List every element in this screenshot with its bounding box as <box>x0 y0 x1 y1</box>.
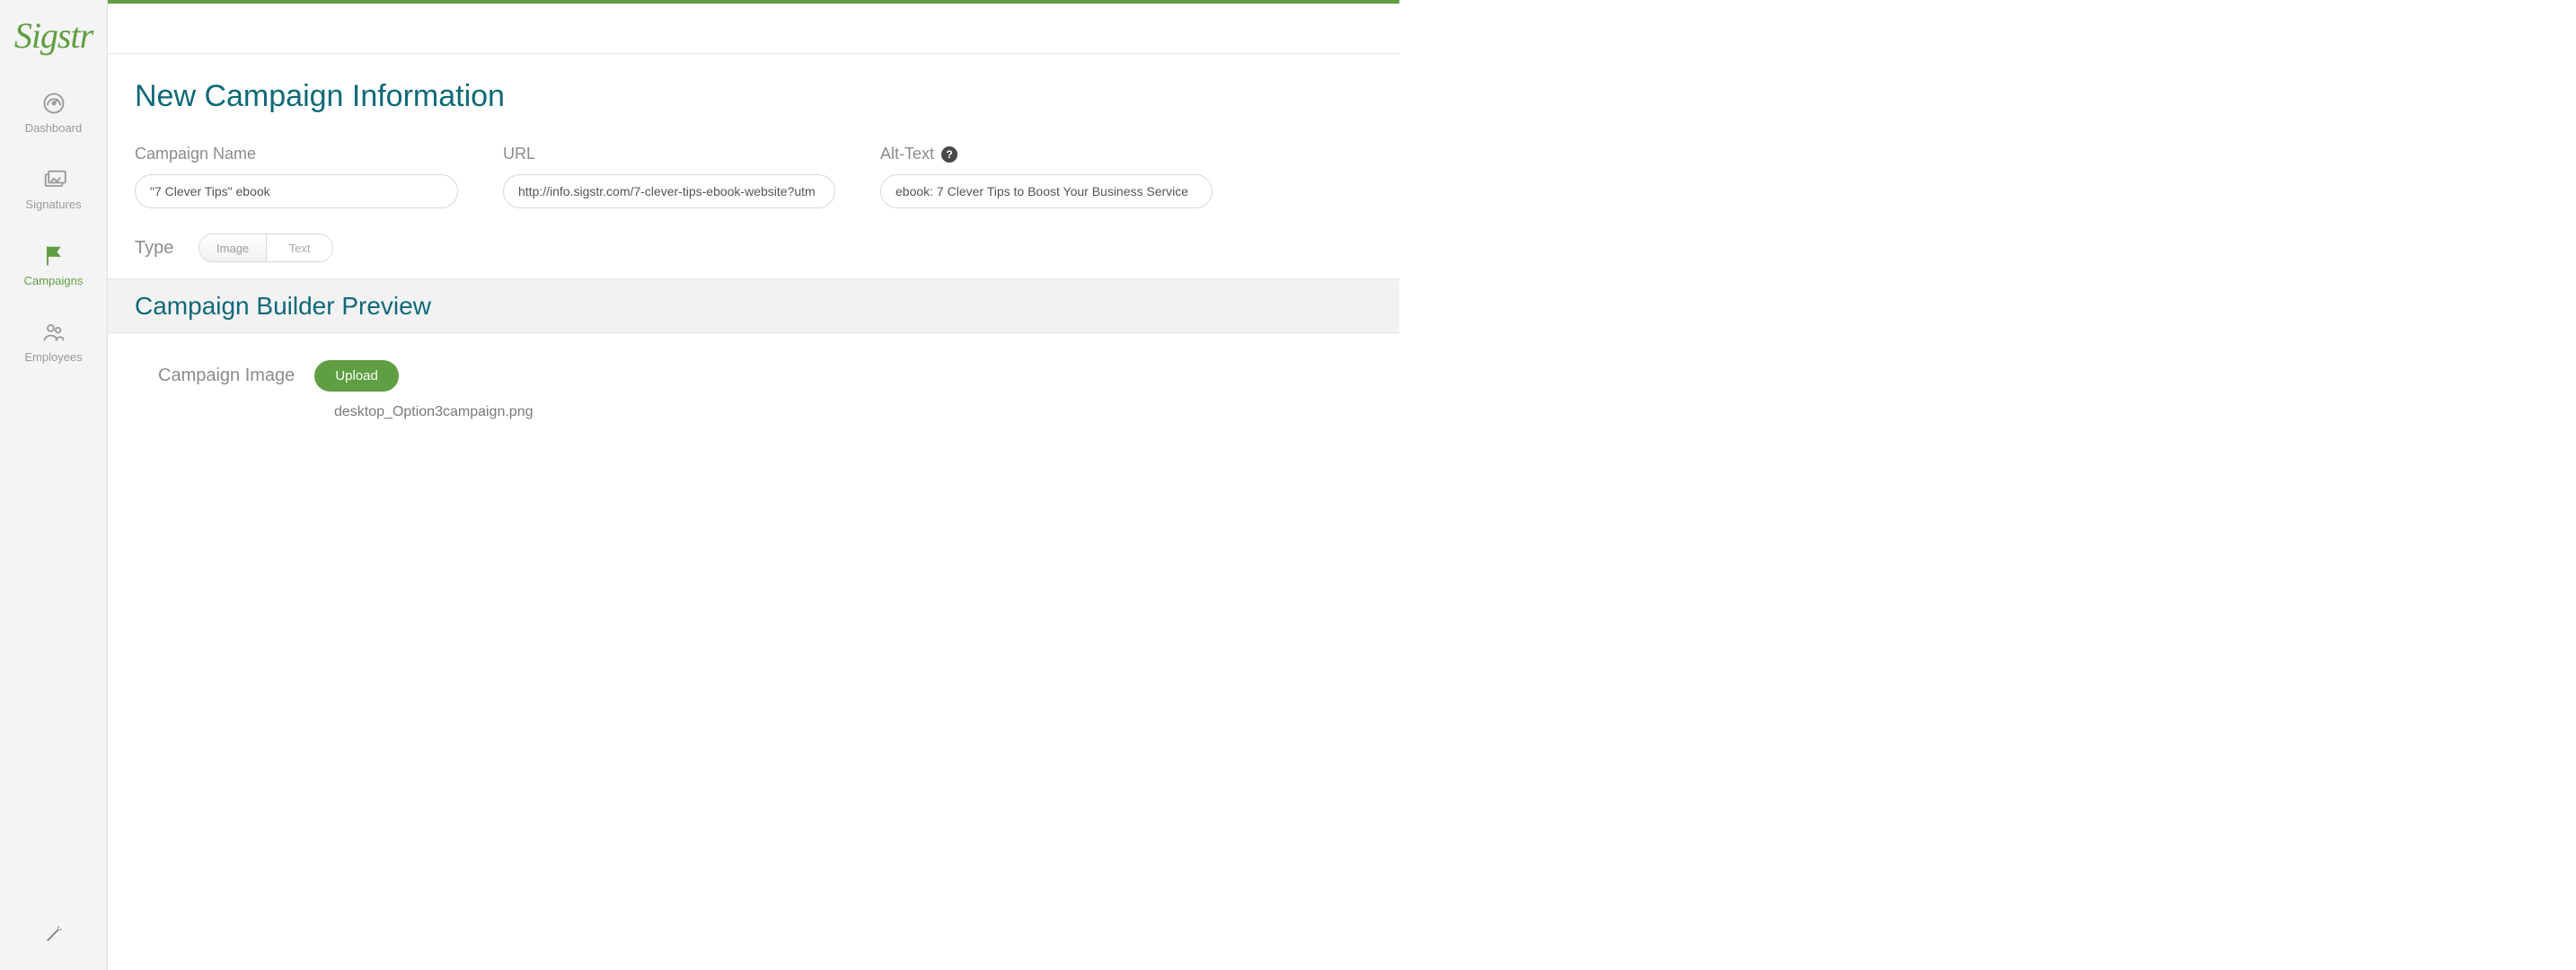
sidebar-item-campaigns[interactable]: Campaigns <box>0 227 107 304</box>
alt-text-group: Alt-Text ? <box>880 145 1213 208</box>
brand-logo: Sigstr <box>14 14 93 57</box>
url-label: URL <box>503 145 835 163</box>
campaign-name-input[interactable] <box>135 174 458 208</box>
form-row: Campaign Name URL Alt-Text ? <box>135 145 1320 208</box>
url-group: URL <box>503 145 835 208</box>
preview-title: Campaign Builder Preview <box>135 292 431 321</box>
campaign-image-label: Campaign Image <box>158 366 295 386</box>
type-toggle: Image Text <box>198 234 333 262</box>
flag-icon <box>40 243 67 269</box>
help-icon[interactable]: ? <box>941 146 957 163</box>
campaign-name-label: Campaign Name <box>135 145 458 163</box>
sidebar-item-employees[interactable]: Employees <box>0 304 107 380</box>
alt-text-label-text: Alt-Text <box>880 145 934 163</box>
upload-button[interactable]: Upload <box>314 360 399 392</box>
type-option-image[interactable]: Image <box>199 234 267 261</box>
campaign-name-group: Campaign Name <box>135 145 458 208</box>
people-icon <box>40 320 67 345</box>
uploaded-filename: desktop_Option3campaign.png <box>334 404 534 420</box>
url-input[interactable] <box>503 174 835 208</box>
type-label: Type <box>135 238 173 259</box>
uploader: Campaign Image Upload desktop_Option3cam… <box>158 360 534 420</box>
sidebar-item-dashboard[interactable]: Dashboard <box>0 75 107 151</box>
type-option-text[interactable]: Text <box>267 234 333 261</box>
gauge-icon <box>40 91 67 116</box>
sidebar-item-label: Employees <box>24 350 82 364</box>
alt-text-input[interactable] <box>880 174 1213 208</box>
right-blank-panel <box>1399 0 2576 970</box>
wand-icon[interactable] <box>44 924 64 948</box>
cards-icon <box>40 167 67 192</box>
sidebar-item-signatures[interactable]: Signatures <box>0 151 107 227</box>
sidebar-item-label: Dashboard <box>25 121 83 135</box>
sidebar-item-label: Signatures <box>25 198 81 211</box>
sidebar: Sigstr Dashboard Signatures <box>0 0 108 970</box>
sidebar-item-label: Campaigns <box>24 274 84 287</box>
alt-text-label: Alt-Text ? <box>880 145 1213 163</box>
